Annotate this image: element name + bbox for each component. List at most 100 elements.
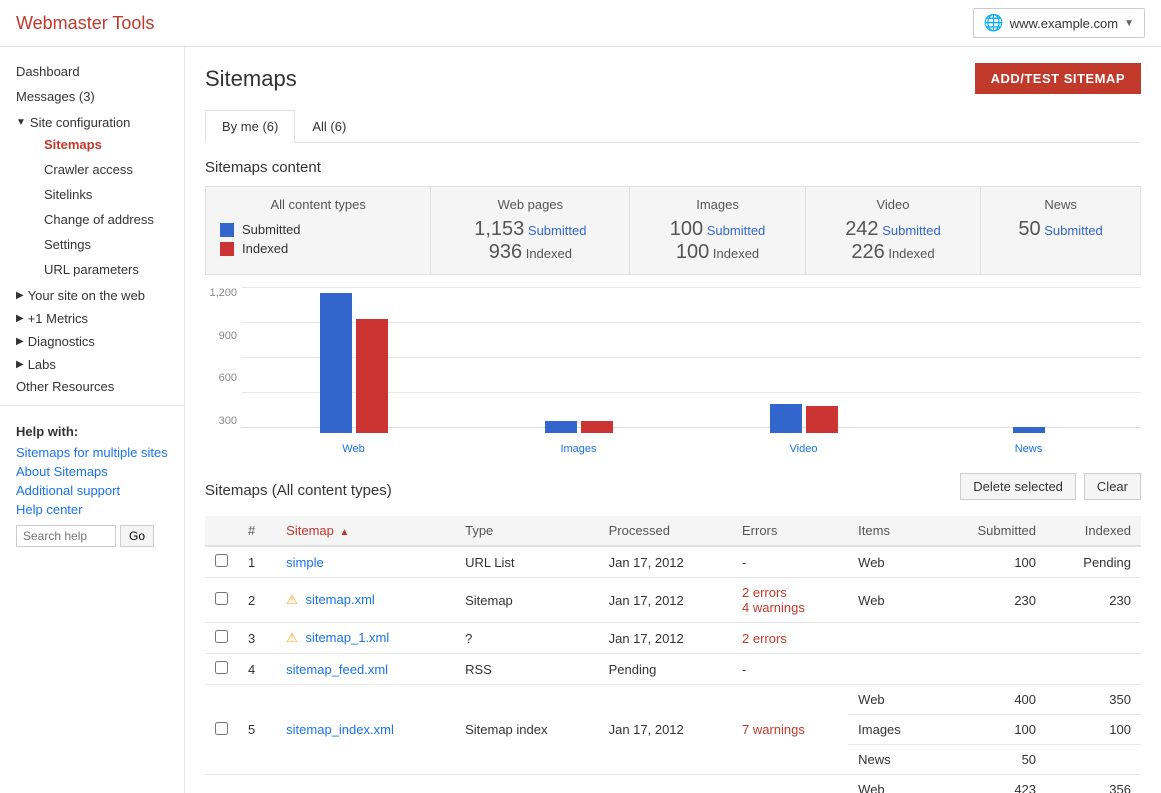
video-submitted-label: Submitted [882,223,941,238]
row5-submitted-web: 400 [936,685,1046,715]
sidebar-section-metrics[interactable]: ▶ +1 Metrics [0,305,184,328]
row1-sitemap-cell: simple [276,546,455,578]
row3-indexed [1046,623,1141,654]
row4-sitemap-link[interactable]: sitemap_feed.xml [286,662,388,677]
chart-label-video: Video [790,443,818,455]
sidebar-section-site-config[interactable]: ▼ Site configuration [0,109,184,132]
row4-checkbox[interactable] [215,661,228,674]
content-section-title: Sitemaps content [205,159,1141,176]
arrow-down-icon: ▼ [16,117,26,128]
row6-sitemap-cell: videos.xml [276,775,455,793]
sidebar-item-other-resources[interactable]: Other Resources [0,374,184,399]
data-table-section: Sitemaps (All content types) Delete sele… [205,473,1141,793]
images-indexed-num: 100 [676,241,709,263]
sidebar-section-diagnostics[interactable]: ▶ Diagnostics [0,328,184,351]
table-row: 2 ⚠ sitemap.xml Sitemap Jan 17, 2012 2 e… [205,578,1141,623]
row2-checkbox-cell [205,578,238,623]
table-actions: Delete selected Clear [960,473,1141,500]
row2-error-link[interactable]: 2 errors [742,585,838,600]
row5-indexed-images: 100 [1046,715,1141,745]
row1-checkbox[interactable] [215,554,228,567]
chevron-down-icon: ▼ [1124,18,1134,29]
news-submitted-label: Submitted [1044,223,1103,238]
row5-item-web: Web [848,685,936,715]
delete-selected-button[interactable]: Delete selected [960,473,1076,500]
search-input[interactable] [16,525,116,547]
row3-checkbox[interactable] [215,630,228,643]
row3-sitemap-cell: ⚠ sitemap_1.xml [276,623,455,654]
row5-submitted-images: 100 [936,715,1046,745]
search-go-button[interactable]: Go [120,525,154,547]
row4-indexed [1046,654,1141,685]
col-video-label: Video [820,197,966,212]
header: Webmaster Tools 🌐 www.example.com ▼ [0,0,1161,47]
sidebar-item-crawler-access[interactable]: Crawler access [28,157,184,182]
row3-sitemap-link[interactable]: sitemap_1.xml [305,630,389,645]
add-test-sitemap-button[interactable]: ADD/TEST SITEMAP [975,63,1141,94]
col-header-all: All content types [220,197,416,212]
row5-checkbox-cell [205,685,238,775]
row6-errors: - [732,775,848,793]
chart-bar-images-submitted [545,421,577,433]
chart-bar-news-submitted [1013,427,1045,433]
arrow-right-icon: ▶ [16,290,24,301]
tab-all[interactable]: All (6) [295,110,363,142]
table-row: 5 sitemap_index.xml Sitemap index Jan 17… [205,685,1141,715]
chart-label-news: News [1015,443,1043,455]
sidebar-item-sitelinks[interactable]: Sitelinks [28,182,184,207]
row4-errors: - [732,654,848,685]
sidebar-item-dashboard[interactable]: Dashboard [0,59,184,84]
row2-sitemap-link[interactable]: sitemap.xml [305,592,374,607]
tab-by-me[interactable]: By me (6) [205,110,295,143]
row5-sitemap-cell: sitemap_index.xml [276,685,455,775]
images-submitted: 100 Submitted [644,218,790,241]
help-title: Help with: [16,424,168,439]
news-submitted-num: 50 [1018,218,1040,240]
row2-checkbox[interactable] [215,592,228,605]
help-link-about[interactable]: About Sitemaps [16,464,168,479]
sidebar: Dashboard Messages (3) ▼ Site configurat… [0,47,185,793]
row5-checkbox[interactable] [215,722,228,735]
sidebar-item-messages[interactable]: Messages (3) [0,84,184,109]
sidebar-item-sitemaps[interactable]: Sitemaps [28,132,184,157]
chart-y-600: 600 [205,372,237,384]
col-news: News 50 Submitted [981,187,1141,275]
row2-num: 2 [238,578,276,623]
chart-bar-video-submitted [770,404,802,433]
row3-error-link[interactable]: 2 errors [742,631,787,646]
help-link-multiple-sites[interactable]: Sitemaps for multiple sites [16,445,168,460]
chart-y-900: 900 [205,330,237,342]
row3-submitted [936,623,1046,654]
row1-sitemap-link[interactable]: simple [286,555,324,570]
legend-indexed: Indexed [220,241,416,256]
sidebar-item-settings[interactable]: Settings [28,232,184,257]
data-table-title: Sitemaps (All content types) [205,482,392,499]
row5-sitemap-link[interactable]: sitemap_index.xml [286,722,394,737]
warning-icon-2: ⚠ [286,592,298,607]
row5-submitted-news: 50 [936,745,1046,775]
row6-item-web: Web [848,775,936,793]
sidebar-labs-label: Labs [28,357,56,372]
sidebar-item-change-of-address[interactable]: Change of address [28,207,184,232]
row5-errors-cell: 7 warnings [732,685,848,775]
tab-by-me-label: By me (6) [222,119,278,134]
sidebar-item-url-parameters[interactable]: URL parameters [28,257,184,282]
sidebar-section-your-site[interactable]: ▶ Your site on the web [0,282,184,305]
images-indexed-label: Indexed [713,246,759,261]
sitemaps-table: # Sitemap ▲ Type Processed Errors Items … [205,516,1141,793]
row5-warning-link[interactable]: 7 warnings [742,722,805,737]
help-link-additional[interactable]: Additional support [16,483,168,498]
row6-checkbox-cell [205,775,238,793]
tabs: By me (6) All (6) [205,110,1141,143]
arrow-right-icon-2: ▶ [16,313,24,324]
site-selector[interactable]: 🌐 www.example.com ▼ [973,8,1145,38]
legend-blue-box [220,223,234,237]
help-link-center[interactable]: Help center [16,502,168,517]
col-sitemap-header: Sitemap ▲ [276,516,455,546]
sidebar-section-labs[interactable]: ▶ Labs [0,351,184,374]
clear-button[interactable]: Clear [1084,473,1141,500]
row2-warning-link[interactable]: 4 warnings [742,600,838,615]
row3-items [848,623,936,654]
col-images-label: Images [644,197,790,212]
table-row: 6 videos.xml Atom Jan 17, 2012 - Web 423… [205,775,1141,793]
